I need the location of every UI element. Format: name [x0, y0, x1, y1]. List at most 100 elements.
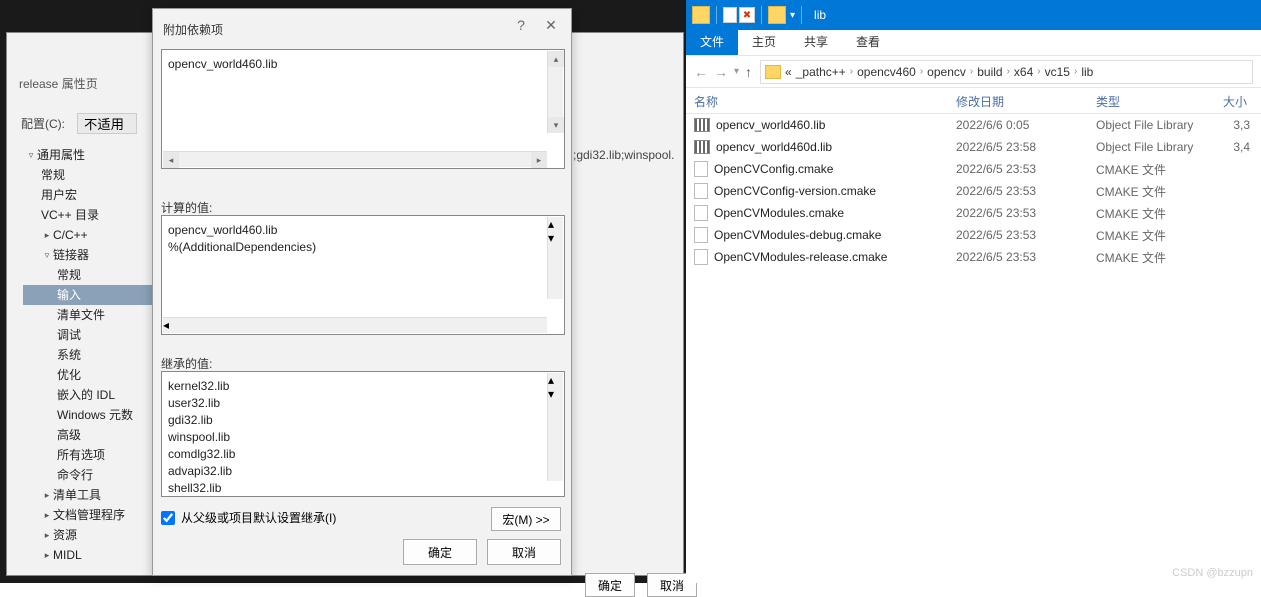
- col-name[interactable]: 名称: [686, 88, 948, 113]
- chevron-down-icon[interactable]: ▾: [790, 10, 795, 21]
- col-size[interactable]: 大小: [1210, 88, 1256, 113]
- column-headers[interactable]: 名称 修改日期 类型 大小: [686, 88, 1261, 114]
- scroll-up-icon[interactable]: ▴: [548, 51, 564, 67]
- delete-icon[interactable]: ✖: [739, 7, 755, 23]
- tab-view[interactable]: 查看: [842, 28, 894, 55]
- inherit-line: winspool.lib: [168, 429, 558, 446]
- file-row[interactable]: OpenCVModules-release.cmake2022/6/5 23:5…: [686, 246, 1261, 268]
- tab-file[interactable]: 文件: [686, 28, 738, 55]
- tree-item[interactable]: ▸C/C++: [23, 225, 163, 245]
- tree-linker[interactable]: ▿链接器: [23, 245, 163, 265]
- bg-additional-deps-snippet: ;gdi32.lib;winspool.: [573, 148, 674, 162]
- vscrollbar[interactable]: ▴ ▾: [547, 51, 563, 133]
- hscrollbar[interactable]: ◂ ▸: [163, 317, 547, 333]
- tree-item[interactable]: 常规: [23, 265, 163, 285]
- cancel-button[interactable]: 取消: [487, 539, 561, 565]
- ok-button[interactable]: 确定: [403, 539, 477, 565]
- chevron-right-icon[interactable]: ›: [1037, 66, 1040, 77]
- file-list[interactable]: opencv_world460.lib2022/6/6 0:05Object F…: [686, 114, 1261, 268]
- help-icon[interactable]: ?: [511, 17, 531, 37]
- inherit-checkbox-label: 从父级或项目默认设置继承(I): [181, 509, 336, 526]
- tree-item-input[interactable]: 输入: [23, 285, 163, 305]
- scroll-right-icon[interactable]: ▸: [163, 332, 547, 335]
- config-input[interactable]: [77, 113, 137, 134]
- property-tree[interactable]: ▿通用属性 常规 用户宏 VC++ 目录 ▸C/C++ ▿链接器 常规 输入 清…: [23, 145, 163, 565]
- scroll-down-icon[interactable]: ▾: [548, 231, 563, 245]
- tree-item[interactable]: Windows 元数: [23, 405, 163, 425]
- crumb[interactable]: opencv460: [857, 65, 916, 79]
- inherit-checkbox[interactable]: [161, 511, 175, 525]
- tree-item[interactable]: ▸文档管理程序: [23, 505, 163, 525]
- file-row[interactable]: OpenCVModules-debug.cmake2022/6/5 23:53C…: [686, 224, 1261, 246]
- nav-buttons: ← → ▾ ↑: [694, 64, 752, 80]
- breadcrumb[interactable]: « _pathc++ › opencv460 › opencv › build › x6…: [760, 60, 1253, 84]
- crumb[interactable]: opencv: [927, 65, 966, 79]
- tree-item[interactable]: 常规: [23, 165, 163, 185]
- crumb-overflow[interactable]: «: [785, 65, 792, 79]
- inherit-line: user32.lib: [168, 395, 558, 412]
- file-row[interactable]: opencv_world460d.lib2022/6/5 23:58Object…: [686, 136, 1261, 158]
- tree-root[interactable]: ▿通用属性: [23, 145, 163, 165]
- crumb[interactable]: build: [977, 65, 1002, 79]
- crumb[interactable]: vc15: [1045, 65, 1070, 79]
- chevron-right-icon[interactable]: ›: [1007, 66, 1010, 77]
- scroll-up-icon[interactable]: ▴: [548, 373, 563, 387]
- crumb[interactable]: _pathc++: [796, 65, 846, 79]
- chevron-right-icon[interactable]: ›: [920, 66, 923, 77]
- close-icon[interactable]: ✕: [541, 17, 561, 37]
- folder-icon[interactable]: [692, 6, 710, 24]
- tree-item[interactable]: 所有选项: [23, 445, 163, 465]
- scroll-right-icon[interactable]: ▸: [531, 152, 547, 168]
- chevron-right-icon[interactable]: ›: [850, 66, 853, 77]
- library-icon: [694, 118, 710, 132]
- file-row[interactable]: OpenCVConfig-version.cmake2022/6/5 23:53…: [686, 180, 1261, 202]
- bg-ok-button[interactable]: 确定: [585, 573, 635, 597]
- history-icon[interactable]: ▾: [734, 66, 739, 77]
- tree-item[interactable]: ▸资源: [23, 525, 163, 545]
- explorer-titlebar[interactable]: ✖ ▾ lib: [686, 0, 1261, 30]
- tri-down-icon: ▿: [25, 145, 37, 165]
- tree-item[interactable]: 清单文件: [23, 305, 163, 325]
- crumb[interactable]: x64: [1014, 65, 1033, 79]
- tab-share[interactable]: 共享: [790, 28, 842, 55]
- forward-icon[interactable]: →: [714, 64, 728, 80]
- vscrollbar[interactable]: ▴ ▾: [547, 373, 563, 481]
- tree-item[interactable]: 高级: [23, 425, 163, 445]
- tree-item[interactable]: ▸MIDL: [23, 545, 163, 565]
- back-icon[interactable]: ←: [694, 64, 708, 80]
- crumb[interactable]: lib: [1081, 65, 1093, 79]
- file-row[interactable]: OpenCVModules.cmake2022/6/5 23:53CMAKE 文…: [686, 202, 1261, 224]
- up-icon[interactable]: ↑: [745, 64, 752, 80]
- scroll-down-icon[interactable]: ▾: [548, 387, 563, 401]
- vscrollbar[interactable]: ▴ ▾: [547, 217, 563, 299]
- tree-item[interactable]: 优化: [23, 365, 163, 385]
- deps-edit-box[interactable]: opencv_world460.lib ▴ ▾ ◂ ▸: [161, 49, 565, 169]
- folder-icon[interactable]: [768, 6, 786, 24]
- tree-item[interactable]: 用户宏: [23, 185, 163, 205]
- vs-window-title: release 属性页: [19, 75, 98, 92]
- hscrollbar[interactable]: ◂ ▸: [163, 151, 547, 167]
- macro-button[interactable]: 宏(M) >>: [491, 507, 561, 531]
- chevron-right-icon[interactable]: ›: [970, 66, 973, 77]
- tree-item[interactable]: ▸清单工具: [23, 485, 163, 505]
- calc-line: %(AdditionalDependencies): [168, 239, 558, 256]
- scroll-down-icon[interactable]: ▾: [548, 117, 564, 133]
- tree-item[interactable]: 命令行: [23, 465, 163, 485]
- scroll-left-icon[interactable]: ◂: [163, 152, 179, 168]
- file-row[interactable]: OpenCVConfig.cmake2022/6/5 23:53CMAKE 文件: [686, 158, 1261, 180]
- col-date[interactable]: 修改日期: [948, 88, 1088, 113]
- inherit-line: comdlg32.lib: [168, 446, 558, 463]
- col-type[interactable]: 类型: [1088, 88, 1210, 113]
- chevron-right-icon[interactable]: ›: [1074, 66, 1077, 77]
- address-bar-row: ← → ▾ ↑ « _pathc++ › opencv460 › opencv › b…: [686, 56, 1261, 88]
- tree-item[interactable]: VC++ 目录: [23, 205, 163, 225]
- tree-item[interactable]: 调试: [23, 325, 163, 345]
- tree-item[interactable]: 系统: [23, 345, 163, 365]
- file-size: 3,4: [1210, 140, 1256, 154]
- file-row[interactable]: opencv_world460.lib2022/6/6 0:05Object F…: [686, 114, 1261, 136]
- scroll-left-icon[interactable]: ◂: [163, 318, 547, 332]
- tree-item[interactable]: 嵌入的 IDL: [23, 385, 163, 405]
- properties-icon[interactable]: [723, 7, 737, 23]
- scroll-up-icon[interactable]: ▴: [548, 217, 563, 231]
- tab-home[interactable]: 主页: [738, 28, 790, 55]
